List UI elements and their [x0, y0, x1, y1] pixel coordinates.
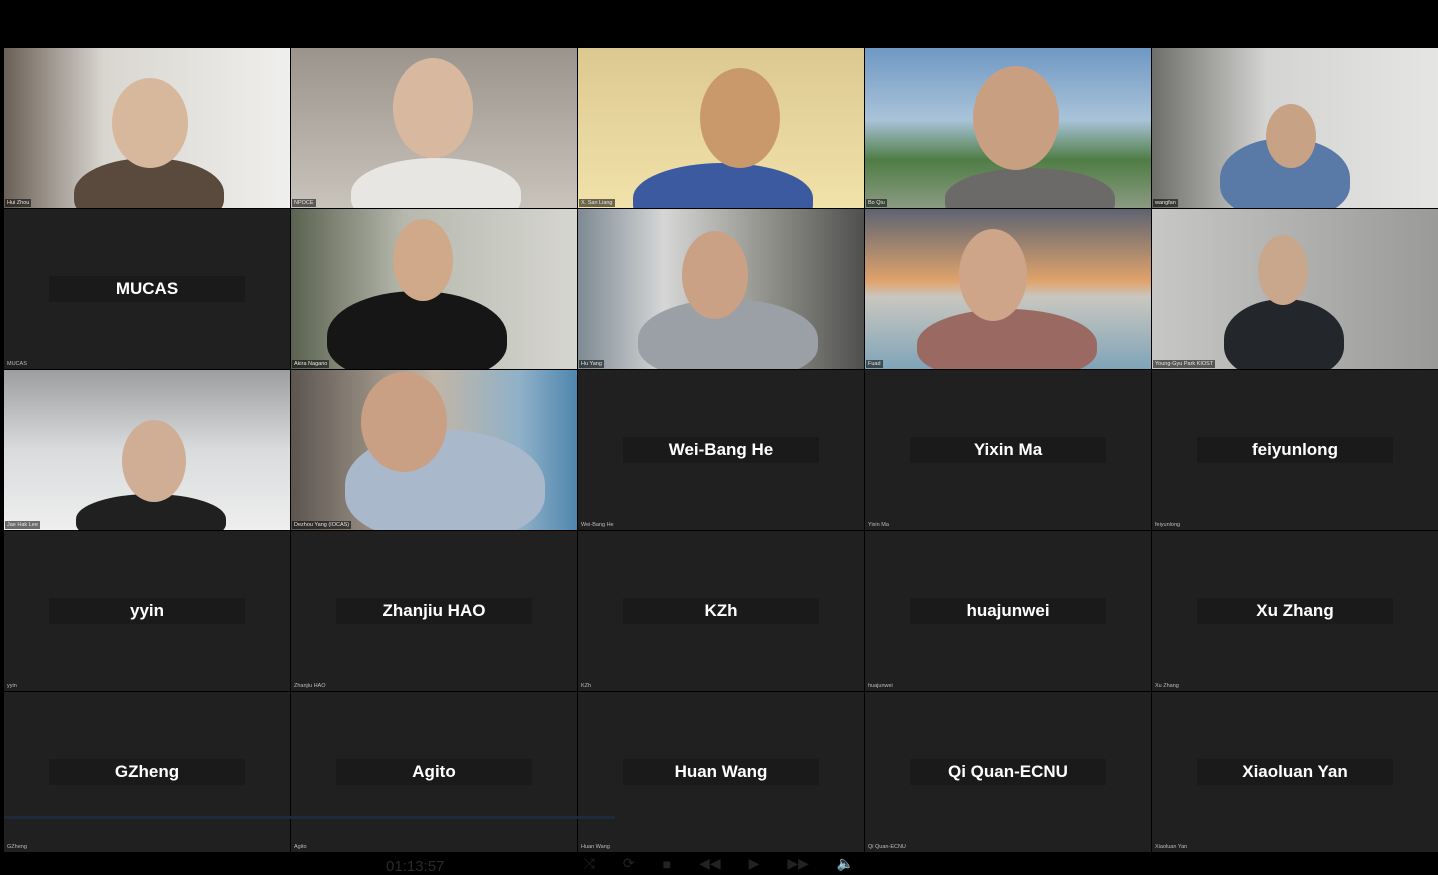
participant-display-name: feiyunlong [1197, 437, 1393, 463]
participant-video [4, 370, 290, 530]
participant-display-name: Yixin Ma [910, 437, 1106, 463]
participant-display-name: Xu Zhang [1197, 598, 1393, 624]
participant-tile[interactable]: Huan Wang Huan Wang [578, 692, 864, 852]
participant-display-name: GZheng [49, 759, 245, 785]
participant-video [865, 209, 1151, 369]
participant-name-label: MUCAS [7, 361, 27, 367]
participant-name-label: X. San Liang [579, 199, 615, 207]
participant-video [291, 48, 577, 208]
volume-icon[interactable]: 🔈 [837, 855, 854, 872]
participant-tile[interactable]: KZh KZh [578, 531, 864, 691]
participant-tile[interactable]: Dezhou Yang (IOCAS) [291, 370, 577, 530]
participant-tile[interactable]: Bo Qiu [865, 48, 1151, 208]
participant-tile[interactable]: Agito Agito [291, 692, 577, 852]
participant-name-label: NPOCE [292, 199, 316, 207]
participant-display-name: Wei-Bang He [623, 437, 819, 463]
participant-name-label: Wei-Bang He [581, 522, 614, 528]
participant-name-label: Yixin Ma [868, 522, 889, 528]
participant-tile[interactable]: Akira Nagano [291, 209, 577, 369]
participant-video [1152, 209, 1438, 369]
play-icon[interactable]: ▶ [749, 855, 760, 872]
participant-name-label: Akira Nagano [292, 360, 330, 368]
participant-tile[interactable]: Hui Zhou [4, 48, 290, 208]
participant-video [291, 370, 577, 530]
participant-display-name: Xiaoluan Yan [1197, 759, 1393, 785]
participant-video [1152, 48, 1438, 208]
participant-tile[interactable]: Hu Yang [578, 209, 864, 369]
participant-display-name: huajunwei [910, 598, 1106, 624]
participant-tile[interactable]: Young-Gyu Park KIOST [1152, 209, 1438, 369]
participant-tile[interactable]: Qi Quan-ECNU Qi Quan-ECNU [865, 692, 1151, 852]
participant-tile[interactable]: Yixin Ma Yixin Ma [865, 370, 1151, 530]
participant-name-label: GZheng [7, 844, 27, 850]
participant-video [578, 209, 864, 369]
participant-video [865, 48, 1151, 208]
participant-tile[interactable]: huajunwei huajunwei [865, 531, 1151, 691]
playback-progress-bar[interactable] [4, 816, 615, 819]
player-controls: ⤨ ⟳ ■ ◀◀ ▶ ▶▶ 🔈 [0, 852, 1438, 875]
participant-name-label: huajunwei [868, 683, 893, 689]
participant-display-name: KZh [623, 598, 819, 624]
participant-tile[interactable]: MUCAS MUCAS [4, 209, 290, 369]
participant-name-label: KZh [581, 683, 592, 689]
participant-tile[interactable]: Jae Hak Lee [4, 370, 290, 530]
participant-tile[interactable]: GZheng GZheng [4, 692, 290, 852]
participant-name-label: yyin [7, 683, 17, 689]
participant-name-label: Fuad [866, 360, 883, 368]
participant-video [291, 209, 577, 369]
participant-name-label: Young-Gyu Park KIOST [1153, 360, 1216, 368]
participant-display-name: yyin [49, 598, 245, 624]
participant-tile[interactable]: X. San Liang [578, 48, 864, 208]
participant-name-label: Xu Zhang [1155, 683, 1179, 689]
stop-icon[interactable]: ■ [663, 856, 671, 872]
participant-tile[interactable]: wangfan [1152, 48, 1438, 208]
participant-tile[interactable]: Fuad [865, 209, 1151, 369]
participant-name-label: Bo Qiu [866, 199, 887, 207]
participant-name-label: Xiaoluan Yan [1155, 844, 1188, 850]
participant-display-name: Agito [336, 759, 532, 785]
participant-tile[interactable]: feiyunlong feiyunlong [1152, 370, 1438, 530]
rewind-icon[interactable]: ◀◀ [699, 855, 721, 872]
participant-name-label: Zhanjiu HAO [294, 683, 326, 689]
participant-name-label: Qi Quan-ECNU [868, 844, 906, 850]
participant-tile[interactable]: yyin yyin [4, 531, 290, 691]
participant-display-name: MUCAS [49, 276, 245, 302]
participant-name-label: Huan Wang [581, 844, 610, 850]
repeat-icon[interactable]: ⟳ [623, 855, 635, 872]
participant-tile[interactable]: Wei-Bang He Wei-Bang He [578, 370, 864, 530]
participant-tile[interactable]: Xiaoluan Yan Xiaoluan Yan [1152, 692, 1438, 852]
participant-name-label: Dezhou Yang (IOCAS) [292, 521, 352, 529]
participant-name-label: Jae Hak Lee [5, 521, 40, 529]
participant-name-label: Hu Yang [579, 360, 604, 368]
participant-video [4, 48, 290, 208]
participant-display-name: Qi Quan-ECNU [910, 759, 1106, 785]
participant-display-name: Zhanjiu HAO [336, 598, 532, 624]
participant-tile[interactable]: Zhanjiu HAO Zhanjiu HAO [291, 531, 577, 691]
fast-forward-icon[interactable]: ▶▶ [787, 855, 809, 872]
participant-name-label: feiyunlong [1155, 522, 1181, 528]
participant-video [578, 48, 864, 208]
participant-name-label: Hui Zhou [5, 199, 32, 207]
participant-display-name: Huan Wang [623, 759, 819, 785]
participant-name-label: wangfan [1153, 199, 1178, 207]
shuffle-icon[interactable]: ⤨ [584, 855, 595, 872]
participant-tile[interactable]: Xu Zhang Xu Zhang [1152, 531, 1438, 691]
video-gallery: Hui Zhou NPOCE X. San Liang Bo Qiu wangf… [4, 48, 1438, 852]
participant-name-label: Agito [294, 844, 307, 850]
participant-tile[interactable]: NPOCE [291, 48, 577, 208]
